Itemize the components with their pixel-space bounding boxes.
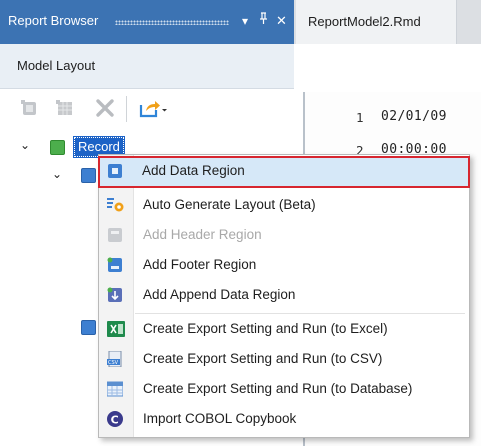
line-number: 1 <box>356 110 364 125</box>
record-node-icon <box>50 140 65 155</box>
excel-icon <box>107 321 125 337</box>
close-panel-button[interactable]: ✕ <box>276 11 287 31</box>
panel-menu-dropdown-icon[interactable]: ▾ <box>242 11 248 31</box>
menu-item-label: Add Append Data Region <box>143 287 296 302</box>
pin-icon[interactable] <box>259 11 268 31</box>
menu-item-import-cobol[interactable]: C Import COBOL Copybook <box>101 404 467 434</box>
report-browser-titlebar[interactable]: Report Browser ▾ ✕ <box>0 0 294 44</box>
database-table-icon <box>106 381 124 397</box>
add-field-icon[interactable] <box>55 98 75 121</box>
data-region-icon <box>107 163 123 179</box>
menu-item-add-append-data-region[interactable]: Add Append Data Region <box>101 280 467 310</box>
menu-item-add-footer-region[interactable]: Add Footer Region <box>101 250 467 280</box>
delete-icon[interactable] <box>95 98 115 121</box>
data-region-node-icon[interactable] <box>81 168 96 183</box>
context-menu: Add Data Region Auto Generate Layout (Be… <box>98 154 470 438</box>
append-region-icon <box>107 287 123 303</box>
menu-item-label: Create Export Setting and Run (to CSV) <box>143 351 383 366</box>
expand-child-icon[interactable]: ⌄ <box>52 167 62 181</box>
tab-label: ReportModel2.Rmd <box>308 14 421 29</box>
editor-toolbar <box>294 44 481 92</box>
menu-item-export-csv[interactable]: CSV Create Export Setting and Run (to CS… <box>101 344 467 374</box>
menu-item-export-database[interactable]: Create Export Setting and Run (to Databa… <box>101 374 467 404</box>
menu-item-export-excel[interactable]: Create Export Setting and Run (to Excel) <box>101 314 467 344</box>
expand-record-icon[interactable]: ⌄ <box>20 138 30 152</box>
menu-item-label: Add Footer Region <box>143 257 257 272</box>
model-layout-header: Model Layout <box>0 44 294 89</box>
header-region-icon <box>107 227 123 243</box>
model-layout-label: Model Layout <box>17 58 96 73</box>
svg-text:C: C <box>111 414 119 427</box>
menu-item-auto-generate-layout[interactable]: Auto Generate Layout (Beta) <box>101 190 467 220</box>
drag-grip[interactable] <box>115 20 229 25</box>
menu-item-add-data-region[interactable]: Add Data Region <box>98 156 470 188</box>
add-region-icon[interactable] <box>20 98 40 121</box>
editor-tabstrip: ReportModel2.Rmd <box>294 0 481 44</box>
menu-item-label: Create Export Setting and Run (to Excel) <box>143 321 388 336</box>
footer-region-icon <box>107 257 123 273</box>
export-icon[interactable] <box>139 98 167 121</box>
menu-item-label: Import COBOL Copybook <box>143 411 297 426</box>
csv-icon: CSV <box>107 350 123 368</box>
cobol-icon: C <box>107 411 123 427</box>
toolbar-separator <box>126 96 127 122</box>
menu-item-label: Auto Generate Layout (Beta) <box>143 197 316 212</box>
tab-reportmodel2[interactable]: ReportModel2.Rmd <box>296 0 457 44</box>
gear-layout-icon <box>107 197 124 213</box>
code-line[interactable]: 02/01/09 <box>381 109 447 124</box>
menu-item-label: Create Export Setting and Run (to Databa… <box>143 381 413 396</box>
svg-text:CSV: CSV <box>108 360 119 366</box>
menu-item-add-header-region[interactable]: Add Header Region <box>101 220 467 250</box>
menu-item-label: Add Header Region <box>143 227 262 242</box>
report-browser-title: Report Browser <box>8 13 99 28</box>
data-region-node-icon-2[interactable] <box>81 320 96 335</box>
menu-item-label: Add Data Region <box>142 163 245 178</box>
